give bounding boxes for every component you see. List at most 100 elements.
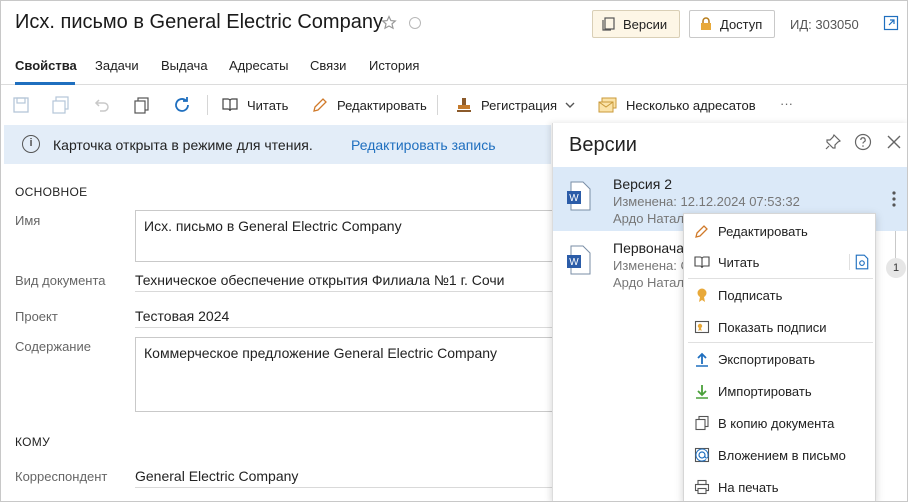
book-icon [694,256,710,269]
menu-item-import[interactable]: Импортировать [684,376,875,406]
menu-item-label: На печать [718,479,779,495]
content-field[interactable]: Коммерческое предложение General Electri… [135,337,565,412]
versions-button-label: Версии [623,16,668,32]
help-icon[interactable] [854,133,872,151]
refresh-icon[interactable] [172,95,192,115]
edit-button[interactable]: Редактировать [311,96,427,114]
content-value: Коммерческое предложение General Electri… [144,345,498,361]
registration-dropdown[interactable]: Регистрация [455,96,575,114]
preview-doc-icon [855,254,869,270]
correspondent-value[interactable]: General Electric Company [135,468,298,484]
status-circle-icon[interactable] [409,17,421,29]
app-window: Исх. письмо в General Electric Company В… [0,0,908,502]
document-id: ИД: 303050 [790,17,859,32]
versions-icon [602,17,615,31]
menu-item-label: Вложением в письмо [718,447,846,463]
section-to-heading: КОМУ [15,435,51,449]
signature-card-icon [694,320,710,334]
version-changed: Изменена: 12.12.2024 07:53:32 [613,194,800,209]
menu-divider [688,278,873,279]
info-icon: i [22,135,40,153]
edit-button-label: Редактировать [337,97,427,113]
kebab-menu-icon[interactable] [889,189,899,209]
read-button-label: Читать [247,97,289,113]
version-name: Первонача [613,240,684,256]
printer-icon [694,479,710,495]
menu-item-label: Экспортировать [718,351,815,367]
read-button[interactable]: Читать [221,96,288,114]
svg-text:W: W [569,193,579,204]
pin-icon[interactable] [824,133,842,151]
star-icon[interactable] [381,15,397,31]
correspondent-label: Корреспондент [15,469,108,484]
correspondent-underline [135,487,565,488]
menu-item-sign[interactable]: Подписать [684,280,875,310]
doctype-value[interactable]: Техническое обеспечение открытия Филиала… [135,272,505,288]
menu-item-label: Импортировать [718,383,812,399]
email-attach-icon [694,447,710,463]
export-icon [696,352,708,367]
close-icon[interactable] [885,133,903,151]
copy-doc-icon [695,415,709,431]
active-tab-indicator [15,82,75,85]
seal-icon [697,288,707,302]
multi-addressee-button[interactable]: Несколько адресатов [598,96,756,114]
menu-item-label: Редактировать [718,223,808,239]
menu-divider [688,342,873,343]
name-value: Исх. письмо в General Electric Company [144,218,402,234]
banner-text: Карточка открыта в режиме для чтения. [53,137,313,153]
access-button[interactable]: Доступ [689,10,775,38]
menu-item-edit[interactable]: Редактировать [684,216,875,246]
more-button[interactable]: ··· [780,96,793,111]
content-label: Содержание [15,339,91,354]
tab-issue[interactable]: Выдача [161,58,208,73]
envelopes-icon [598,97,617,113]
toolbar-divider [207,95,208,115]
toolbar: Читать Редактировать Регистрация Несколь… [1,87,907,123]
access-button-label: Доступ [720,16,763,32]
menu-item-read[interactable]: Читать [684,247,875,277]
name-field[interactable]: Исх. письмо в General Electric Company [135,210,565,262]
menu-item-export[interactable]: Экспортировать [684,344,875,374]
tab-bar: Свойства Задачи Выдача Адресаты Связи Ис… [1,49,907,85]
menu-item-email-attach[interactable]: Вложением в письмо [684,440,875,470]
word-document-icon: W [567,181,591,211]
version-count-badge: 1 [886,258,906,278]
edit-record-link[interactable]: Редактировать запись [351,137,496,153]
tab-tasks[interactable]: Задачи [95,58,139,73]
undo-icon[interactable] [91,95,111,115]
copy-icon[interactable] [132,95,152,115]
name-label: Имя [15,213,41,228]
tab-addressees[interactable]: Адресаты [229,58,288,73]
tab-history[interactable]: История [369,58,419,73]
menu-item-print[interactable]: На печать [684,472,875,501]
toolbar-divider [437,95,438,115]
section-main-heading: ОСНОВНОЕ [15,185,88,199]
versions-button[interactable]: Версии [592,10,680,38]
menu-item-label: Подписать [718,287,783,303]
menu-item-label: В копию документа [718,415,835,431]
preview-doc-button[interactable] [849,254,869,270]
chevron-down-icon [565,102,575,108]
menu-item-copy-doc[interactable]: В копию документа [684,408,875,438]
open-external-icon[interactable] [883,15,899,31]
doctype-label: Вид документа [15,273,106,288]
lock-icon [701,17,711,30]
word-document-icon: W [567,245,591,275]
version-author: Ардо Натал [613,211,684,226]
version-context-menu: Редактировать Читать Подписать Показать … [683,213,876,501]
save-copy-icon[interactable] [51,95,71,115]
stamp-icon [457,98,471,112]
versions-panel-title: Версии [569,134,637,156]
registration-label: Регистрация [481,97,557,113]
tab-links[interactable]: Связи [310,58,346,73]
menu-item-label: Читать [718,254,760,270]
pencil-icon [313,98,327,112]
multi-addressee-label: Несколько адресатов [626,97,756,113]
project-value[interactable]: Тестовая 2024 [135,308,229,324]
menu-item-label: Показать подписи [718,319,827,335]
save-icon[interactable] [11,95,31,115]
menu-item-show-signatures[interactable]: Показать подписи [684,312,875,342]
version-author: Ардо Натал [613,275,684,290]
tab-properties[interactable]: Свойства [15,58,77,73]
